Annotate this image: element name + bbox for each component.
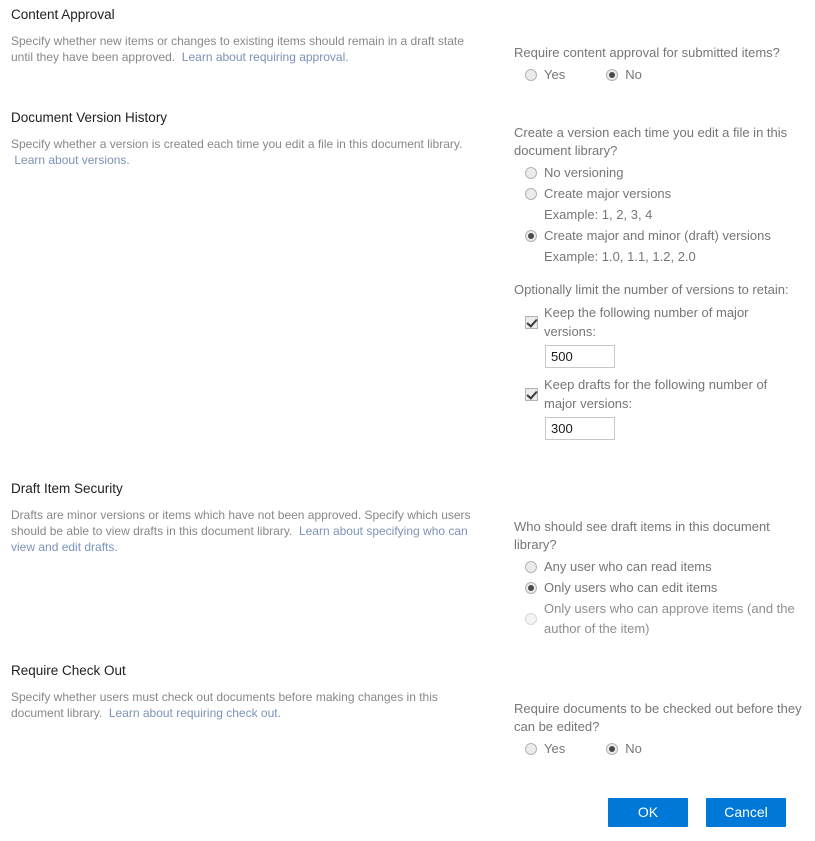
version-option-no-versioning[interactable]: No versioning bbox=[514, 163, 804, 183]
create-major-versions-example: Example: 1, 2, 3, 4 bbox=[544, 207, 653, 222]
only-editors-radio[interactable] bbox=[525, 582, 537, 594]
only-approvers-label[interactable]: Only users who can approve items (and th… bbox=[544, 599, 804, 639]
draft-security-title: Draft Item Security bbox=[11, 481, 123, 496]
only-editors-label[interactable]: Only users who can edit items bbox=[544, 578, 717, 598]
version-history-description-col: Document Version History Specify whether… bbox=[11, 109, 481, 168]
version-history-description: Specify whether a version is created eac… bbox=[11, 136, 481, 168]
content-approval-yes-label[interactable]: Yes bbox=[544, 65, 565, 85]
content-approval-radio-group: Yes No bbox=[514, 65, 804, 85]
version-option-major-minor[interactable]: Create major and minor (draft) versions bbox=[514, 226, 804, 246]
require-checkout-radio-group: Yes No bbox=[514, 739, 804, 759]
keep-major-versions-row[interactable]: Keep the following number of major versi… bbox=[514, 303, 804, 341]
require-checkout-yes-radio[interactable] bbox=[525, 743, 537, 755]
require-checkout-control-col: Require documents to be checked out befo… bbox=[514, 700, 804, 759]
version-option-major[interactable]: Create major versions bbox=[514, 184, 804, 204]
content-approval-no-label[interactable]: No bbox=[625, 65, 642, 85]
version-history-control-col: Create a version each time you edit a fi… bbox=[514, 124, 804, 440]
keep-drafts-label[interactable]: Keep drafts for the following number of … bbox=[544, 375, 802, 413]
version-history-description-text: Specify whether a version is created eac… bbox=[11, 137, 463, 151]
dialog-footer: OK Cancel bbox=[0, 798, 815, 827]
require-checkout-yes-label[interactable]: Yes bbox=[544, 739, 565, 759]
content-approval-no-radio[interactable] bbox=[606, 69, 619, 81]
create-major-and-minor-versions-label[interactable]: Create major and minor (draft) versions bbox=[544, 226, 771, 246]
create-major-versions-radio[interactable] bbox=[525, 188, 537, 200]
keep-major-versions-checkbox[interactable] bbox=[525, 315, 538, 329]
learn-about-versions-link[interactable]: Learn about versions. bbox=[14, 153, 129, 167]
versioning-settings-page: Content Approval Specify whether new ite… bbox=[0, 0, 815, 841]
draft-security-option-editors[interactable]: Only users who can edit items bbox=[514, 578, 804, 598]
content-approval-description-col: Content Approval Specify whether new ite… bbox=[11, 6, 481, 65]
any-user-read-radio[interactable] bbox=[525, 561, 537, 573]
create-major-and-minor-versions-example: Example: 1.0, 1.1, 1.2, 2.0 bbox=[544, 249, 696, 264]
draft-security-description: Drafts are minor versions or items which… bbox=[11, 507, 481, 555]
version-history-question: Create a version each time you edit a fi… bbox=[514, 125, 788, 158]
draft-security-question: Who should see draft items in this docum… bbox=[514, 519, 770, 552]
cancel-button[interactable]: Cancel bbox=[706, 798, 786, 827]
require-checkout-description-col: Require Check Out Specify whether users … bbox=[11, 662, 481, 721]
require-checkout-no-label[interactable]: No bbox=[625, 739, 642, 759]
draft-security-description-col: Draft Item Security Drafts are minor ver… bbox=[11, 480, 481, 555]
require-checkout-title: Require Check Out bbox=[11, 663, 126, 678]
learn-about-requiring-approval-link[interactable]: Learn about requiring approval. bbox=[182, 50, 349, 64]
require-checkout-question: Require documents to be checked out befo… bbox=[514, 701, 802, 734]
version-history-title: Document Version History bbox=[11, 110, 168, 125]
keep-drafts-row[interactable]: Keep drafts for the following number of … bbox=[514, 375, 804, 413]
draft-security-option-any-reader[interactable]: Any user who can read items bbox=[514, 557, 804, 577]
create-major-versions-label[interactable]: Create major versions bbox=[544, 184, 671, 204]
limit-versions-label: Optionally limit the number of versions … bbox=[514, 282, 789, 297]
keep-drafts-input[interactable] bbox=[545, 417, 615, 440]
content-approval-description: Specify whether new items or changes to … bbox=[11, 33, 481, 65]
content-approval-title: Content Approval bbox=[11, 7, 115, 22]
create-major-and-minor-versions-radio[interactable] bbox=[525, 230, 537, 242]
ok-button[interactable]: OK bbox=[608, 798, 688, 827]
keep-drafts-checkbox[interactable] bbox=[525, 387, 538, 401]
keep-major-versions-input[interactable] bbox=[545, 345, 615, 368]
only-approvers-radio[interactable] bbox=[525, 613, 537, 625]
no-versioning-radio[interactable] bbox=[525, 167, 537, 179]
require-checkout-no-radio[interactable] bbox=[606, 743, 619, 755]
content-approval-control-col: Require content approval for submitted i… bbox=[514, 44, 804, 85]
content-approval-question: Require content approval for submitted i… bbox=[514, 45, 780, 60]
content-approval-yes-radio[interactable] bbox=[525, 69, 537, 81]
draft-security-option-approvers[interactable]: Only users who can approve items (and th… bbox=[514, 599, 804, 639]
any-user-read-label[interactable]: Any user who can read items bbox=[544, 557, 712, 577]
learn-about-requiring-check-out-link[interactable]: Learn about requiring check out. bbox=[109, 706, 281, 720]
draft-security-control-col: Who should see draft items in this docum… bbox=[514, 518, 804, 640]
require-checkout-description: Specify whether users must check out doc… bbox=[11, 689, 481, 721]
no-versioning-label[interactable]: No versioning bbox=[544, 163, 624, 183]
keep-major-versions-label[interactable]: Keep the following number of major versi… bbox=[544, 303, 802, 341]
